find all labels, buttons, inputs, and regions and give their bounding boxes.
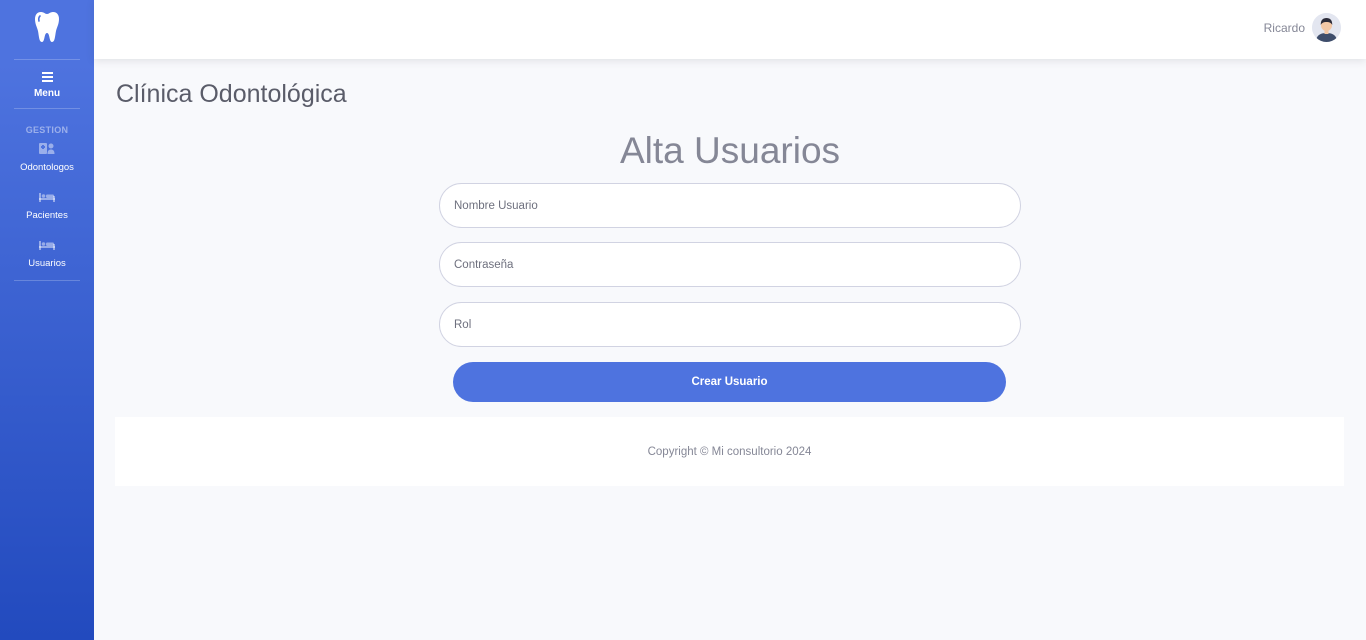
sidebar: Menu GESTION Odontologos Pacientes Usuar…: [0, 0, 94, 640]
sidebar-item-label: Pacientes: [26, 210, 68, 221]
footer: Copyright © Mi consultorio 2024: [115, 417, 1344, 486]
password-input[interactable]: [439, 242, 1021, 287]
role-input[interactable]: [439, 302, 1021, 347]
copyright-text: Copyright © Mi consultorio 2024: [647, 445, 812, 458]
tooth-icon: [34, 11, 60, 48]
bed-icon: [39, 189, 55, 207]
sidebar-item-odontologos[interactable]: Odontologos: [0, 133, 94, 181]
avatar: [1312, 13, 1341, 42]
create-user-button[interactable]: Crear Usuario: [453, 362, 1006, 402]
sidebar-item-usuarios[interactable]: Usuarios: [0, 229, 94, 277]
bars-icon: [41, 69, 53, 87]
sidebar-item-pacientes[interactable]: Pacientes: [0, 181, 94, 229]
brand-link[interactable]: [0, 0, 94, 59]
page-title: Clínica Odontológica: [116, 80, 347, 108]
form-title: Alta Usuarios: [619, 130, 841, 171]
sidebar-item-label: Odontologos: [20, 162, 74, 173]
hospital-user-icon: [39, 141, 55, 159]
menu-toggle-button[interactable]: Menu: [0, 60, 94, 108]
username-input[interactable]: [439, 183, 1021, 228]
topbar: Ricardo: [94, 0, 1366, 59]
sidebar-item-label: Usuarios: [28, 258, 66, 269]
menu-label: Menu: [33, 88, 61, 99]
user-name: Ricardo: [1263, 20, 1305, 35]
sidebar-divider: [14, 280, 80, 281]
sidebar-divider: [14, 108, 80, 109]
user-dropdown[interactable]: Ricardo: [1264, 13, 1341, 42]
bed-icon: [39, 237, 55, 255]
